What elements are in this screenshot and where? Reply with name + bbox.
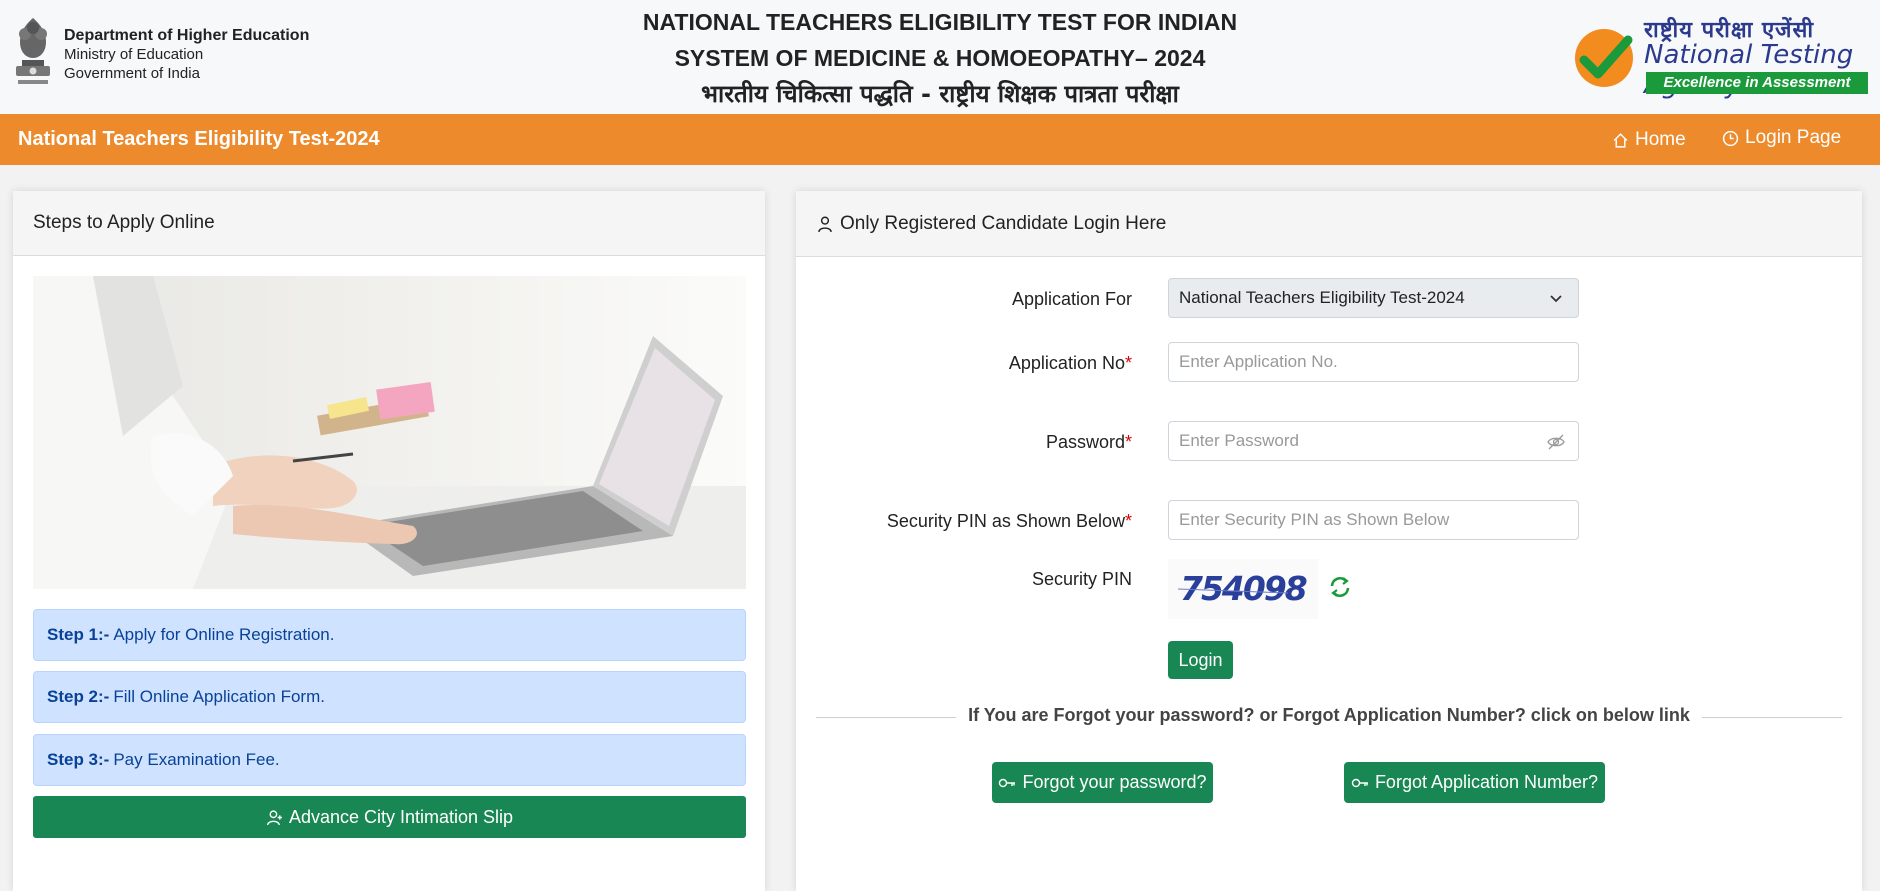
step-1-prefix: Step 1:- xyxy=(47,625,110,644)
security-pin-label: Security PIN xyxy=(1031,569,1132,589)
security-pin-input-label: Security PIN as Shown Below* xyxy=(887,511,1132,532)
government-name: Government of India xyxy=(64,65,200,82)
advance-city-slip-button[interactable]: Advance City Intimation Slip xyxy=(33,796,746,838)
forgot-password-button[interactable]: Forgot your password? xyxy=(992,762,1213,803)
login-button[interactable]: Login xyxy=(1168,641,1233,679)
step-3-prefix: Step 3:- xyxy=(47,750,110,769)
forgot-prompt: If You are Forgot your password? or Forg… xyxy=(956,705,1702,726)
steps-panel-heading: Steps to Apply Online xyxy=(13,191,765,256)
password-input[interactable]: Enter Password xyxy=(1168,421,1579,461)
application-for-value: National Teachers Eligibility Test-2024 xyxy=(1179,288,1465,307)
captcha-text: 754098 xyxy=(1180,569,1307,608)
exam-title-hindi: भारतीय चिकित्सा पद्धति - राष्ट्रीय शिक्ष… xyxy=(701,80,1179,108)
password-label: Password* xyxy=(1046,432,1132,453)
required-mark: * xyxy=(1124,353,1132,373)
login-heading-text: Only Registered Candidate Login Here xyxy=(840,212,1167,234)
nav-login-label: Login Page xyxy=(1745,127,1842,148)
application-no-label-text: Application No xyxy=(1008,353,1125,373)
home-icon xyxy=(1613,132,1628,148)
chevron-down-icon xyxy=(1550,295,1562,303)
exam-title-line2: SYSTEM OF MEDICINE & HOMOEOPATHY– 2024 xyxy=(674,45,1206,71)
nav-home-link[interactable]: Home xyxy=(1612,129,1686,151)
laptop-typing-image xyxy=(33,276,746,589)
security-pin-placeholder: Enter Security PIN as Shown Below xyxy=(1179,510,1450,529)
security-pin-input[interactable]: Enter Security PIN as Shown Below xyxy=(1168,500,1579,540)
step-1-item: Step 1:- Apply for Online Registration. xyxy=(33,609,746,661)
user-icon xyxy=(818,216,832,232)
clock-icon xyxy=(1722,130,1739,146)
exam-title-line1: NATIONAL TEACHERS ELIGIBILITY TEST FOR I… xyxy=(642,9,1238,35)
forgot-password-label: Forgot your password? xyxy=(1022,772,1207,792)
login-panel: Only Registered Candidate Login Here App… xyxy=(796,191,1862,891)
nta-checkmark-icon xyxy=(1575,29,1633,87)
main-navbar: National Teachers Eligibility Test-2024 … xyxy=(0,114,1880,165)
application-no-input[interactable]: Enter Application No. xyxy=(1168,342,1579,382)
national-emblem-icon xyxy=(16,18,50,84)
key-icon xyxy=(1351,778,1368,787)
refresh-captcha-icon[interactable] xyxy=(1328,575,1352,599)
step-2-item: Step 2:- Fill Online Application Form. xyxy=(33,671,746,723)
site-header: Department of Higher Education Ministry … xyxy=(0,0,1880,114)
password-placeholder: Enter Password xyxy=(1179,431,1299,450)
application-for-label: Application For xyxy=(1011,289,1132,309)
required-mark: * xyxy=(1124,511,1132,531)
step-1-text: Apply for Online Registration. xyxy=(113,625,335,644)
ministry-name: Ministry of Education xyxy=(64,46,204,63)
nta-logo: राष्ट्रीय परीक्षा एजेंसी National Testin… xyxy=(1572,14,1872,100)
application-no-label: Application No* xyxy=(1009,353,1132,374)
required-mark: * xyxy=(1124,432,1132,452)
step-3-item: Step 3:- Pay Examination Fee. xyxy=(33,734,746,786)
dept-name: Department of Higher Education xyxy=(64,27,310,44)
application-for-select[interactable]: National Teachers Eligibility Test-2024 xyxy=(1168,278,1579,318)
step-2-text: Fill Online Application Form. xyxy=(113,687,325,706)
key-icon xyxy=(999,778,1016,787)
forgot-application-number-button[interactable]: Forgot Application Number? xyxy=(1344,762,1605,803)
security-pin-input-label-text: Security PIN as Shown Below xyxy=(886,511,1125,531)
advance-city-slip-label: Advance City Intimation Slip xyxy=(288,806,514,827)
eye-slash-icon[interactable] xyxy=(1546,433,1566,451)
user-plus-icon xyxy=(266,809,282,825)
nta-tagline: Excellence in Assessment xyxy=(1646,72,1868,94)
department-info: Department of Higher Education Ministry … xyxy=(64,26,309,83)
nav-login-page-link[interactable]: Login Page xyxy=(1722,127,1841,149)
login-panel-heading: Only Registered Candidate Login Here xyxy=(796,191,1862,257)
nav-home-label: Home xyxy=(1635,129,1686,150)
password-label-text: Password xyxy=(1045,432,1125,452)
step-3-text: Pay Examination Fee. xyxy=(113,750,280,769)
captcha-image: 754098 xyxy=(1168,559,1318,619)
forgot-application-number-label: Forgot Application Number? xyxy=(1374,772,1599,792)
step-2-prefix: Step 2:- xyxy=(47,687,110,706)
steps-panel: Steps to Apply Online Step 1:- Apply for… xyxy=(13,191,765,891)
application-no-placeholder: Enter Application No. xyxy=(1179,352,1338,371)
exam-title: NATIONAL TEACHERS ELIGIBILITY TEST FOR I… xyxy=(560,4,1320,112)
navbar-title: National Teachers Eligibility Test-2024 xyxy=(18,128,380,150)
